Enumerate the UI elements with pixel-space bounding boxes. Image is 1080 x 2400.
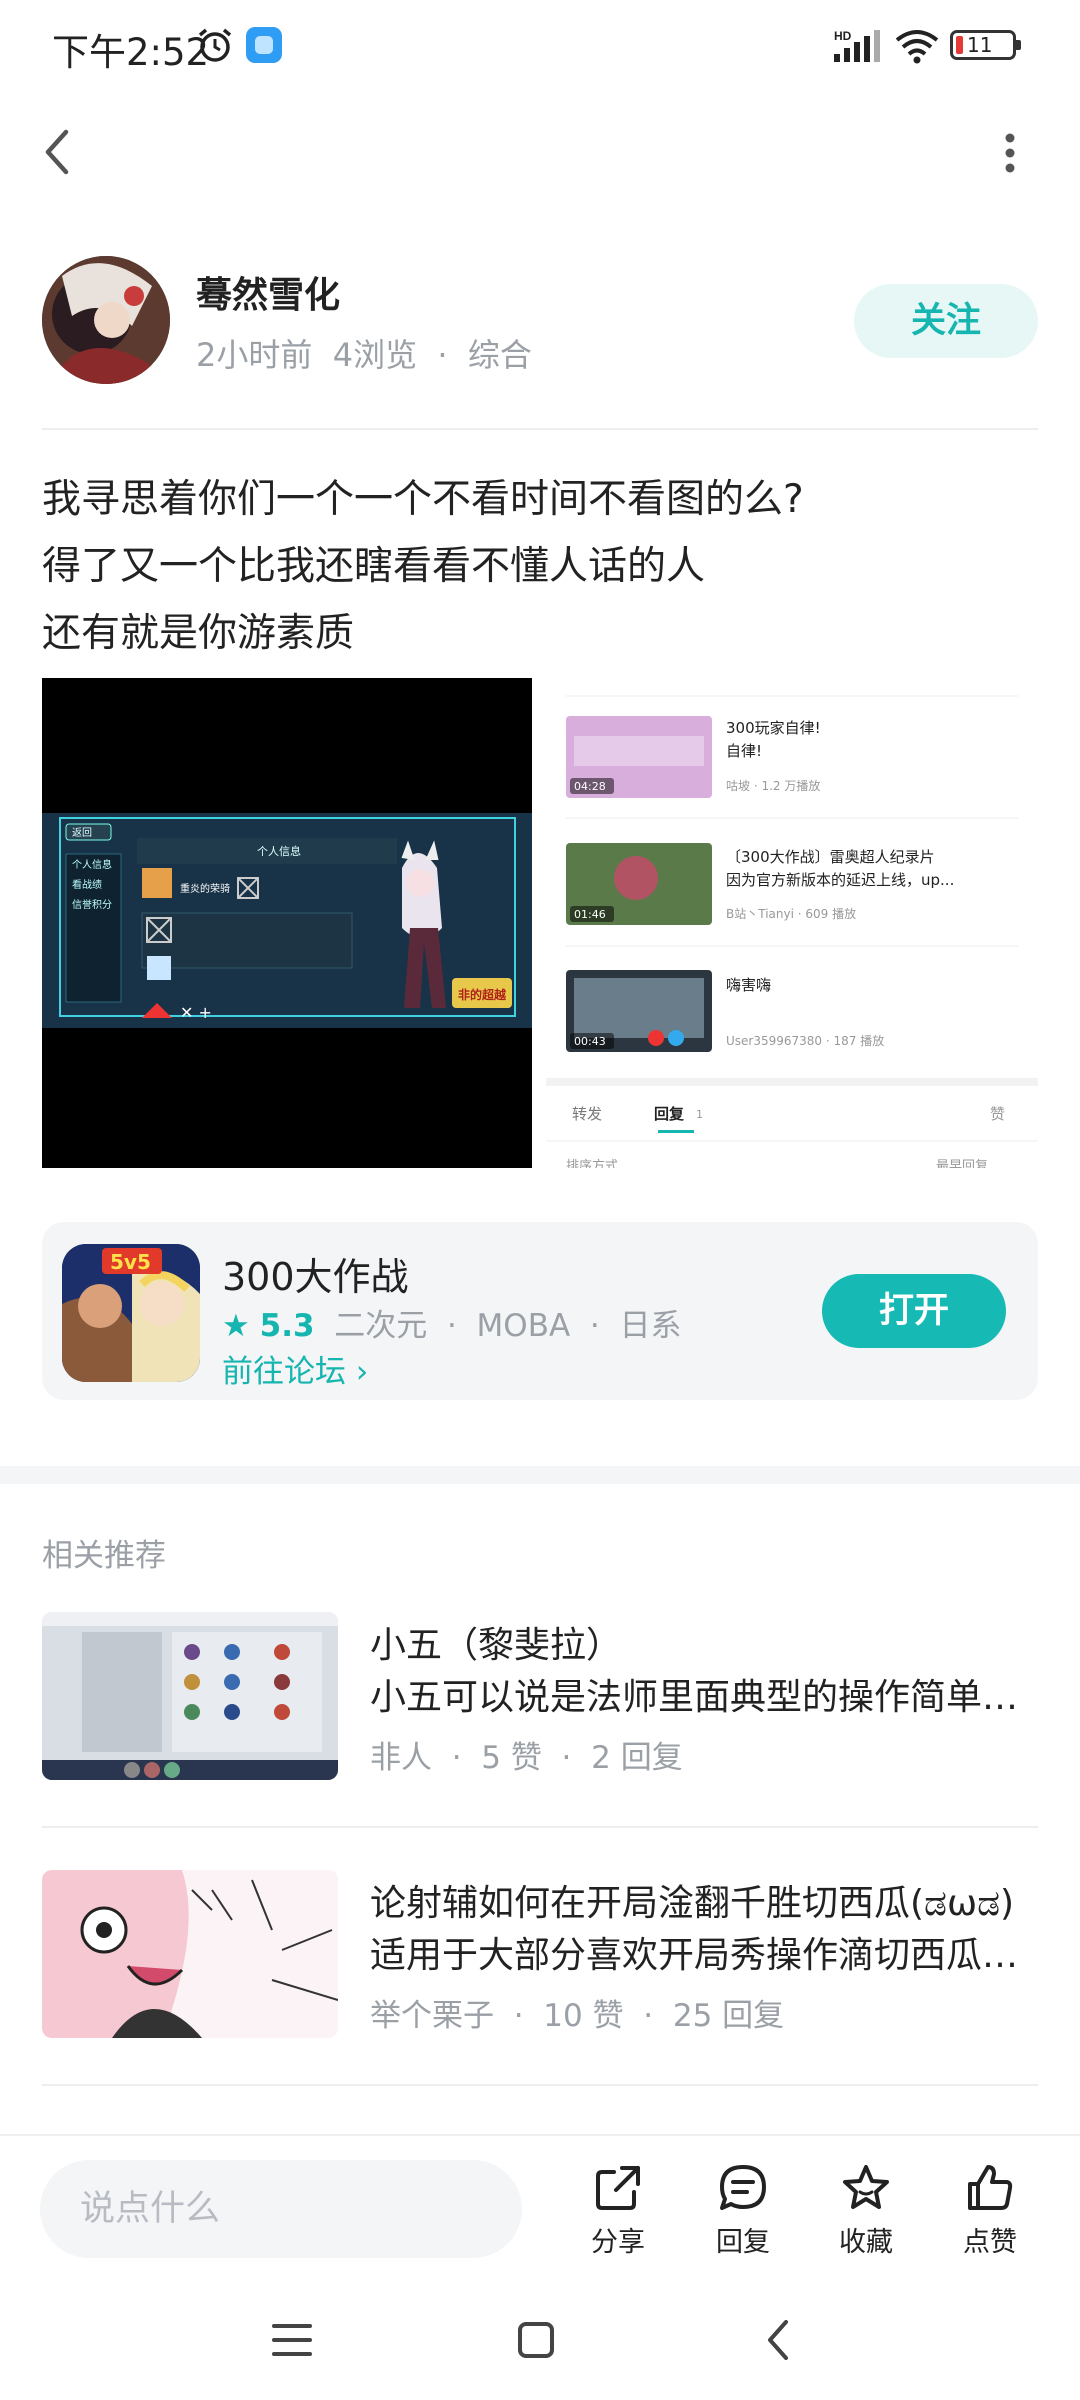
video-duration: 04:28	[574, 780, 606, 793]
app-notification-icon	[246, 27, 282, 63]
recommend-item[interactable]: 论射辅如何在开局淦翻千胜切西瓜(ಡωಡ) 适用于大部分喜欢开局秀操作滴切西瓜的小…	[42, 1870, 1038, 2070]
recommend-item-desc: 小五可以说是法师里面典型的操作简单但是上限很高的英雄	[370, 1677, 1038, 1718]
post-image-game-screenshot[interactable]: 返回 个人信息 看战绩 信誉积分 个人信息 重炎的荣骑 ✕ + 非的超越	[42, 678, 532, 1168]
game-tags: 二次元 · MOBA · 日系	[314, 1308, 682, 1344]
wifi-icon	[895, 30, 939, 64]
comment-input[interactable]: 说点什么	[40, 2160, 522, 2258]
svg-text:HD: HD	[834, 29, 852, 43]
screenshot-tab-like: 赞	[990, 1105, 1005, 1123]
recommend-item-desc: 适用于大部分喜欢开局秀操作滴切西瓜的小伙伴们	[370, 1935, 1038, 1976]
alarm-icon	[198, 28, 232, 62]
video-title: 300玩家自律!	[726, 719, 821, 737]
section-separator	[0, 1466, 1080, 1484]
post-body: 我寻思着你们一个一个不看时间不看图的么? 得了又一个比我还瞎看看不懂人话的人 还…	[42, 466, 1042, 667]
recommend-section-title: 相关推荐	[42, 1538, 166, 1574]
follow-button[interactable]: 关注	[854, 284, 1038, 358]
favorite-label: 收藏	[839, 2227, 893, 2258]
like-label: 点赞	[963, 2227, 1017, 2258]
screenshot-sort-label: 排序方式	[566, 1158, 618, 1168]
recommend-item-title: 小五（黎斐拉）	[370, 1625, 623, 1666]
post-image-video-list[interactable]: 04:28 300玩家自律! 自律! 咕坡 · 1.2 万播放 01:46 〔3…	[546, 678, 1038, 1168]
screenshot-menu-item: 信誉积分	[72, 898, 112, 911]
nav-back-icon[interactable]	[750, 2310, 810, 2370]
screenshot-reply-count: 1	[696, 1108, 703, 1121]
recommend-item-meta: 非人 · 5 赞 · 2 回复	[370, 1740, 683, 1776]
author-name[interactable]: 蓦然雪化	[196, 266, 340, 318]
menu-icon[interactable]	[262, 2310, 322, 2370]
star-icon: ★	[222, 1308, 250, 1344]
battery-level: 11	[967, 33, 993, 57]
screenshot-tab-reply: 回复	[654, 1105, 685, 1123]
system-navigation-bar	[0, 2276, 1080, 2400]
divider	[42, 1826, 1038, 1828]
screenshot-menu-item: 个人信息	[72, 858, 112, 871]
game-app-icon[interactable]: 5v5	[62, 1244, 200, 1382]
video-meta: B站丶Tianyi · 609 播放	[726, 906, 856, 921]
post-line: 还有就是你游素质	[42, 611, 355, 656]
video-title-2: 因为官方新版本的延迟上线，up...	[726, 871, 954, 889]
video-title: 嗨害嗨	[726, 976, 771, 994]
video-meta: User359967380 · 187 播放	[726, 1033, 884, 1048]
status-time: 下午2:52	[52, 31, 210, 74]
battery-icon: 11	[950, 30, 1021, 60]
home-icon[interactable]	[506, 2310, 566, 2370]
like-button[interactable]: 点赞	[940, 2162, 1040, 2262]
video-meta: 咕坡 · 1.2 万播放	[726, 778, 820, 793]
share-button[interactable]: 分享	[568, 2162, 668, 2262]
forum-link[interactable]: 前往论坛 ›	[222, 1346, 368, 1391]
star-icon	[843, 2165, 889, 2209]
more-options-icon[interactable]	[990, 128, 1030, 178]
svg-text:✕ +: ✕ +	[180, 1003, 212, 1022]
screenshot-sort-value: 最早回复	[936, 1159, 988, 1168]
share-icon	[596, 2166, 640, 2210]
screenshot-menu-item: 看战绩	[72, 878, 102, 891]
author-avatar[interactable]	[42, 256, 170, 384]
open-game-button[interactable]: 打开	[822, 1274, 1006, 1348]
screenshot-logo: 非的超越	[458, 987, 507, 1002]
thumbs-up-icon	[968, 2165, 1013, 2210]
video-duration: 00:43	[574, 1035, 606, 1048]
recommend-item-title: 论射辅如何在开局淦翻千胜切西瓜(ಡωಡ)	[370, 1883, 1015, 1924]
game-score: 5.3	[259, 1308, 315, 1344]
video-duration: 01:46	[574, 908, 606, 921]
back-button[interactable]	[36, 122, 80, 182]
game-icon-badge: 5v5	[110, 1250, 151, 1274]
reply-button[interactable]: 回复	[693, 2162, 793, 2262]
bottom-action-bar: 说点什么 分享 回复 收藏 点赞	[0, 2134, 1080, 2276]
recommend-item-meta: 举个栗子 · 10 赞 · 25 回复	[370, 1998, 785, 2034]
screenshot-tab-forward: 转发	[572, 1105, 602, 1123]
recommend-thumbnail	[42, 1870, 338, 2038]
game-meta: ★ 5.3 二次元 · MOBA · 日系	[222, 1300, 681, 1345]
post-line: 我寻思着你们一个一个不看时间不看图的么?	[42, 477, 804, 522]
signal-icon: HD	[834, 29, 880, 62]
divider	[42, 2084, 1038, 2086]
game-name[interactable]: 300大作战	[222, 1246, 409, 1301]
share-label: 分享	[591, 2227, 645, 2258]
post-line: 得了又一个比我还瞎看看不懂人话的人	[42, 544, 706, 589]
comment-icon	[720, 2165, 766, 2210]
recommend-thumbnail	[42, 1612, 338, 1780]
screenshot-player-name: 重炎的荣骑	[180, 882, 230, 895]
post-meta: 2小时前 4浏览 · 综合	[196, 336, 532, 374]
video-title: 〔300大作战〕雷奥超人纪录片	[726, 848, 935, 866]
forum-link-label: 前往论坛	[222, 1354, 346, 1390]
video-title-2: 自律!	[726, 742, 762, 760]
screenshot-back-label: 返回	[72, 827, 92, 839]
screenshot-panel-title: 个人信息	[257, 844, 301, 858]
divider	[42, 428, 1038, 430]
status-bar: 下午2:52 HD 11	[0, 0, 1080, 92]
reply-label: 回复	[716, 2227, 770, 2258]
recommend-item[interactable]: 小五（黎斐拉） 小五可以说是法师里面典型的操作简单但是上限很高的英雄 非人 · …	[42, 1612, 1038, 1812]
favorite-button[interactable]: 收藏	[816, 2162, 916, 2262]
game-card[interactable]: 5v5 300大作战 ★ 5.3 二次元 · MOBA · 日系 前往论坛 › …	[42, 1222, 1038, 1400]
chevron-right-icon: ›	[355, 1354, 369, 1390]
